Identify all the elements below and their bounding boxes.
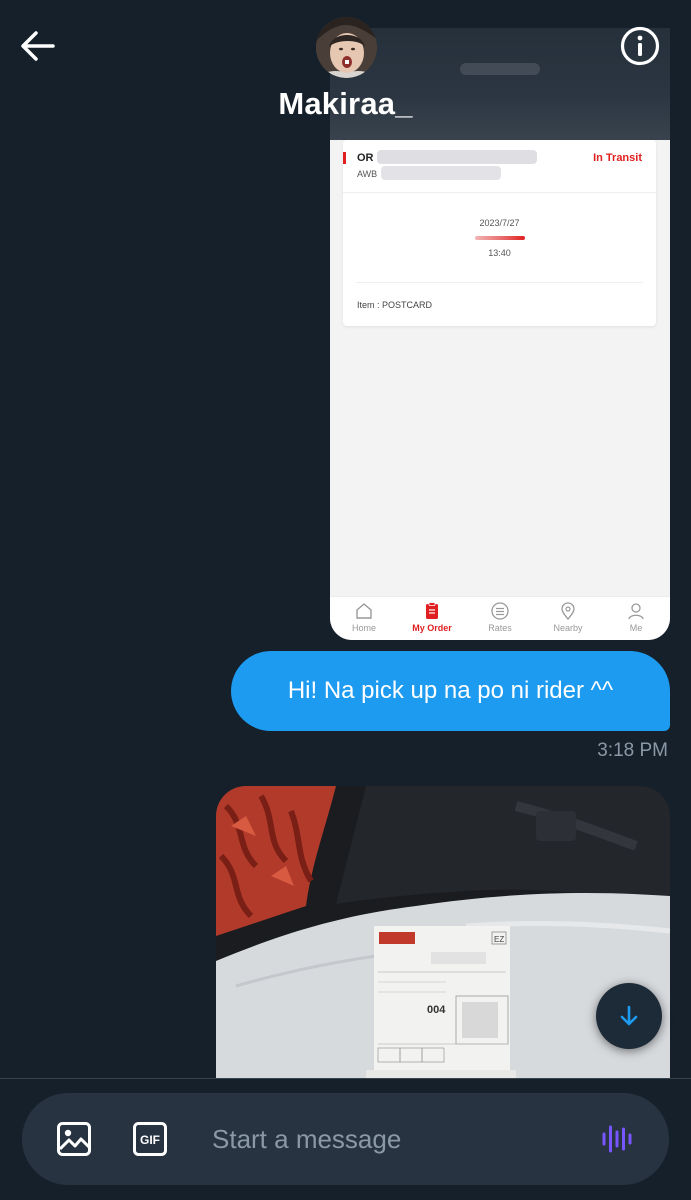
card-accent-bar	[343, 152, 346, 164]
order-card: OR AWB In Transit 2023/7/27 13:40 Item :…	[343, 140, 656, 326]
scroll-to-bottom-button[interactable]	[596, 983, 662, 1049]
home-icon	[356, 603, 372, 619]
status-badge: In Transit	[593, 152, 642, 164]
nav-label: Rates	[488, 623, 512, 633]
person-icon	[628, 603, 644, 620]
voice-message-button[interactable]	[600, 1121, 636, 1157]
image-icon	[57, 1122, 91, 1156]
divider	[343, 192, 656, 193]
message-composer: GIF	[22, 1093, 669, 1185]
nav-item-home: Home	[330, 601, 398, 633]
nav-item-nearby: Nearby	[534, 601, 602, 633]
message-text: Hi! Na pick up na po ni rider ^^	[287, 677, 614, 704]
voice-wave-icon	[602, 1125, 632, 1153]
nav-label: My Order	[412, 623, 452, 633]
sent-message-bubble[interactable]: Hi! Na pick up na po ni rider ^^	[231, 651, 670, 731]
awb-redaction	[381, 166, 501, 180]
nav-item-my-order: My Order	[398, 601, 466, 633]
nav-item-rates: Rates	[466, 601, 534, 633]
arrow-left-icon	[21, 31, 55, 61]
order-id: OR	[357, 152, 374, 164]
blurred-text	[460, 63, 540, 75]
order-id-redaction	[377, 150, 537, 164]
gif-button[interactable]: GIF	[133, 1122, 167, 1156]
nav-label: Nearby	[553, 623, 583, 633]
info-button[interactable]	[619, 25, 661, 67]
back-button[interactable]	[18, 28, 58, 64]
list-icon	[491, 602, 509, 620]
conversation-title: Makiraa_	[278, 86, 413, 121]
arrow-down-icon	[620, 1005, 638, 1026]
location-pin-icon	[561, 602, 575, 621]
order-time: 13:40	[488, 248, 511, 258]
nav-label: Home	[351, 623, 376, 633]
nav-item-me: Me	[602, 601, 670, 633]
clipboard-icon	[426, 602, 438, 619]
avatar[interactable]	[316, 17, 377, 78]
awb-label: AWB	[357, 169, 378, 179]
message-input[interactable]	[212, 1117, 582, 1161]
transit-progress-bar	[475, 236, 525, 240]
gif-icon: GIF	[133, 1122, 167, 1156]
order-date: 2023/7/27	[479, 218, 520, 228]
info-icon	[620, 26, 660, 66]
gif-label: GIF	[140, 1133, 160, 1147]
add-image-button[interactable]	[56, 1121, 92, 1157]
divider	[356, 282, 643, 283]
waybill-code: 004	[427, 1004, 446, 1016]
nav-label: Me	[629, 623, 643, 633]
label-code: EZ	[494, 935, 504, 944]
avatar-photo	[316, 17, 377, 78]
order-item: Item : POSTCARD	[357, 300, 433, 310]
app-bottom-nav: Home My Order Rates Nearby Me	[330, 596, 670, 640]
message-timestamp: 3:18 PM	[597, 740, 668, 761]
